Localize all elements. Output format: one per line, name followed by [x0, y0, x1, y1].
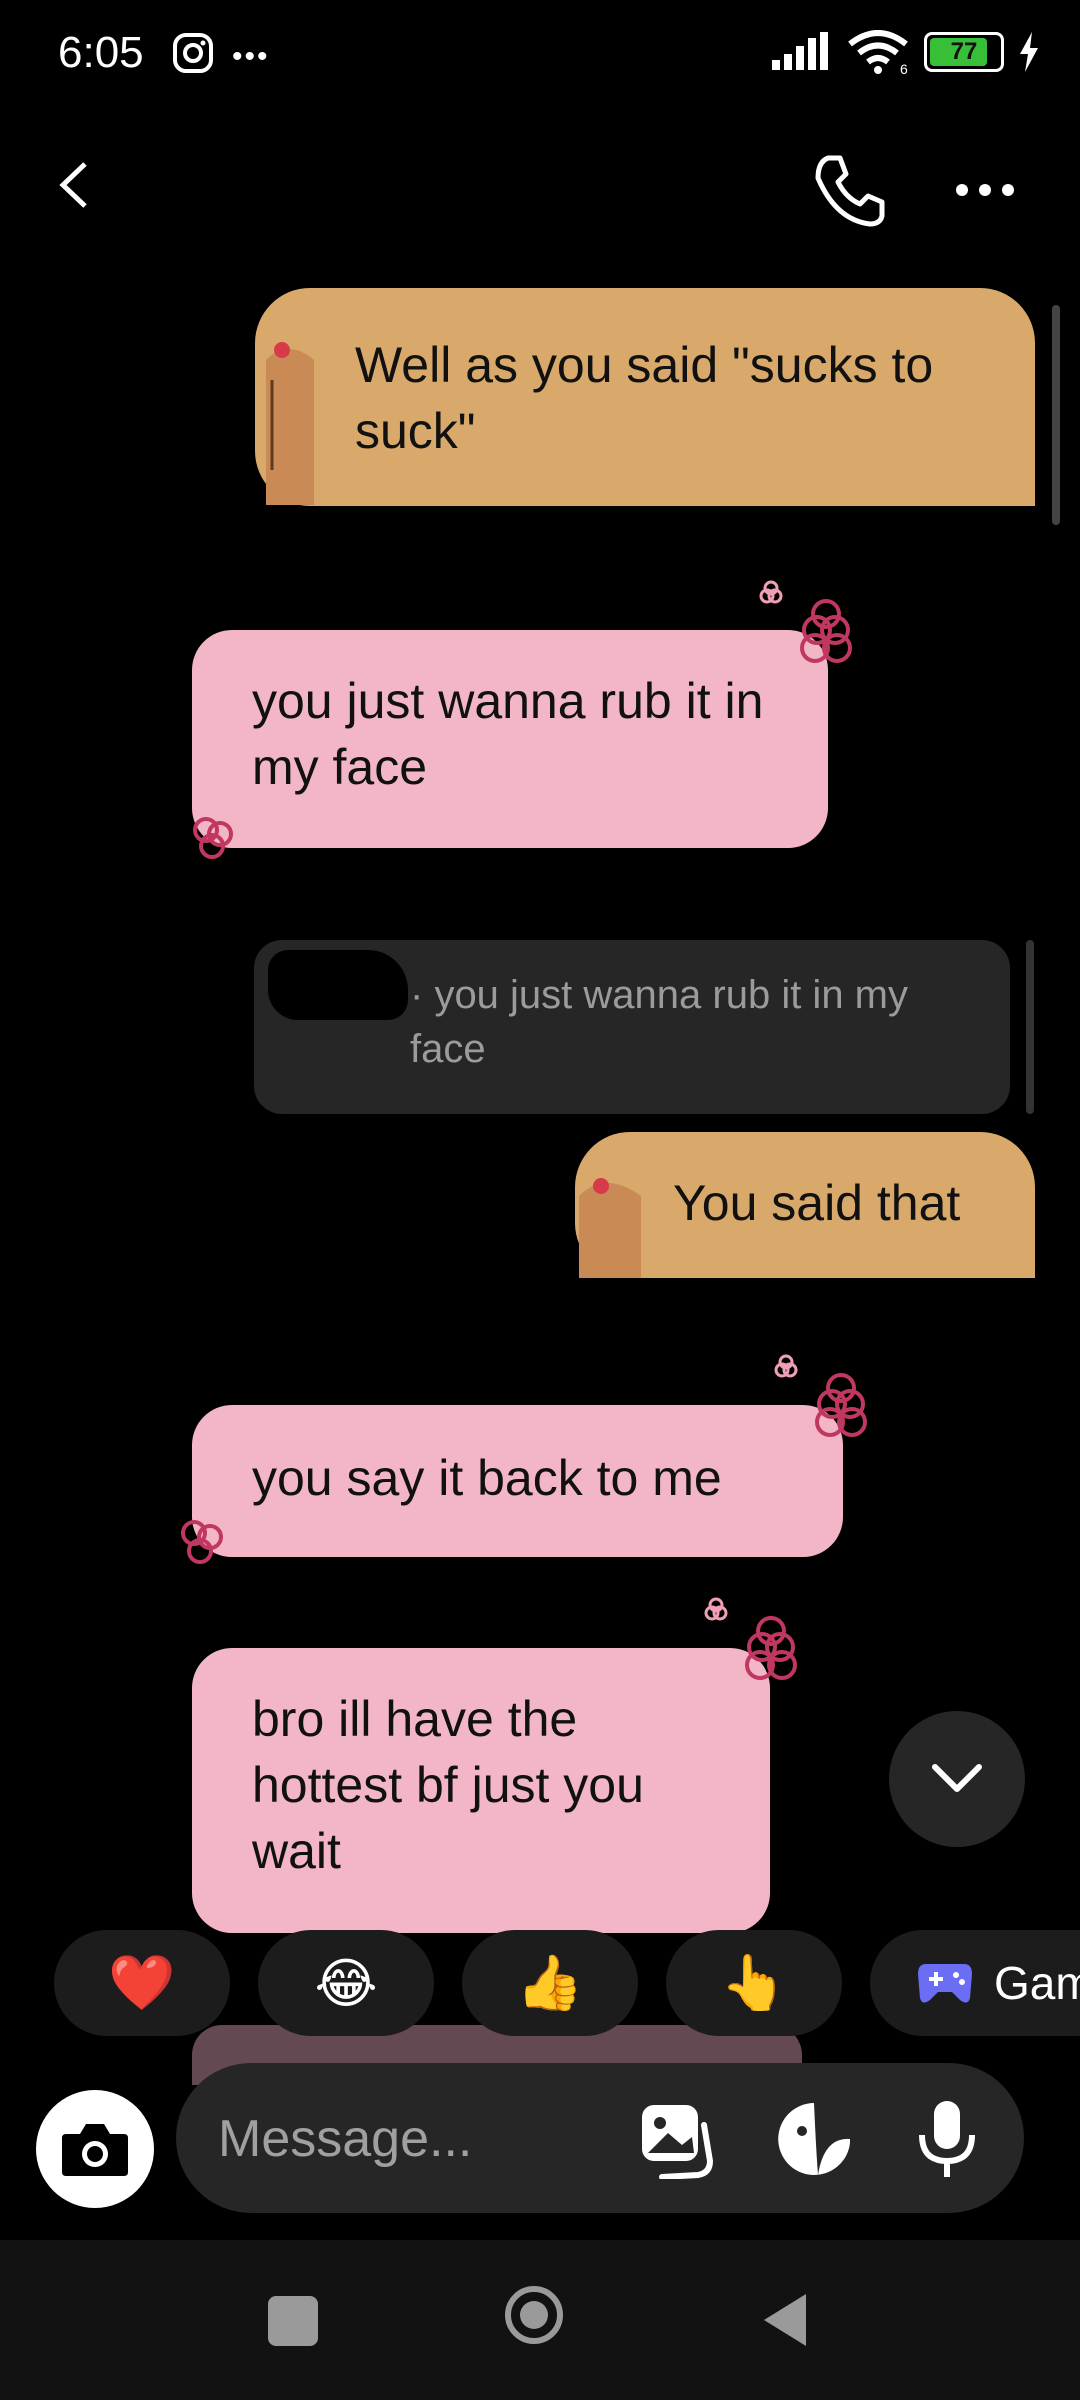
flower-icon — [759, 580, 852, 663]
reply-bar — [1026, 940, 1034, 1114]
battery-level: 77 — [950, 38, 978, 65]
reaction-thumbs-up-button[interactable]: 👍 — [462, 1930, 638, 2036]
heart-emoji: ❤️ — [108, 1952, 176, 2013]
scroll-to-bottom-button[interactable] — [889, 1711, 1025, 1847]
flower-icon — [181, 1520, 223, 1564]
home-button[interactable] — [505, 2286, 563, 2344]
charging-icon — [1020, 32, 1038, 72]
games-button[interactable]: Gam — [870, 1930, 1080, 2036]
status-icons: 6 77 — [770, 30, 1040, 74]
phone-call-icon[interactable] — [810, 150, 890, 230]
reaction-laugh-button[interactable]: 😂 — [258, 1930, 434, 2036]
system-nav-bar — [0, 2240, 1080, 2400]
camera-icon — [62, 2124, 128, 2176]
camera-button[interactable] — [36, 2090, 154, 2208]
flower-icon — [704, 1597, 797, 1680]
pointing-hand-emoji: 👆 — [720, 1952, 788, 2013]
scrollbar[interactable] — [1052, 305, 1060, 525]
capybara-icon — [579, 1178, 641, 1278]
recent-apps-button[interactable] — [268, 2296, 318, 2346]
status-time: 6:05 — [58, 28, 144, 77]
thumbs-up-emoji: 👍 — [516, 1952, 584, 2013]
message-text: You said that — [673, 1175, 961, 1231]
flower-icon — [774, 1354, 867, 1437]
message-bubble-received[interactable]: you say it back to me — [192, 1405, 843, 1557]
back-nav-button[interactable] — [760, 2292, 810, 2348]
svg-text:6: 6 — [900, 61, 908, 74]
reaction-heart-button[interactable]: ❤️ — [54, 1930, 230, 2036]
message-text: you just wanna rub it in my face — [252, 673, 764, 795]
games-label: Gam — [994, 1957, 1080, 2009]
reply-quote-text: · you just wanna rub it in my face — [410, 973, 908, 1071]
message-text: bro ill have the hottest bf just you wai… — [252, 1691, 644, 1879]
reply-preview-card[interactable]: · you just wanna rub it in my face — [254, 940, 1010, 1114]
message-bubble-received[interactable]: you just wanna rub it in my face — [192, 630, 828, 848]
laughing-emoji: 😂 — [314, 1953, 378, 2014]
wifi-icon: 6 — [848, 30, 908, 74]
message-bubble-sent[interactable]: Well as you said "sucks to suck" — [255, 288, 1035, 506]
more-notifications-icon: ••• — [232, 40, 270, 73]
message-text: Well as you said "sucks to suck" — [355, 337, 934, 459]
message-composer[interactable] — [176, 2063, 1024, 2215]
reaction-pointing-button[interactable]: 👆 — [666, 1930, 842, 2036]
microphone-icon[interactable] — [914, 2097, 980, 2186]
battery-icon: 77 — [924, 32, 1004, 72]
flower-icon — [193, 817, 233, 859]
capybara-icon — [266, 342, 314, 505]
more-options-icon[interactable] — [950, 170, 1020, 210]
instagram-icon — [172, 32, 214, 79]
back-icon[interactable] — [55, 160, 95, 210]
game-controller-icon — [918, 1964, 972, 2003]
message-bubble-received[interactable]: bro ill have the hottest bf just you wai… — [192, 1648, 770, 1933]
redacted-name — [268, 950, 408, 1020]
gallery-icon[interactable] — [638, 2101, 716, 2184]
signal-icon — [772, 32, 828, 70]
message-text: you say it back to me — [252, 1450, 722, 1506]
message-input[interactable] — [216, 2063, 600, 2215]
chevron-down-icon — [932, 1764, 982, 1792]
sticker-icon[interactable] — [774, 2099, 854, 2184]
